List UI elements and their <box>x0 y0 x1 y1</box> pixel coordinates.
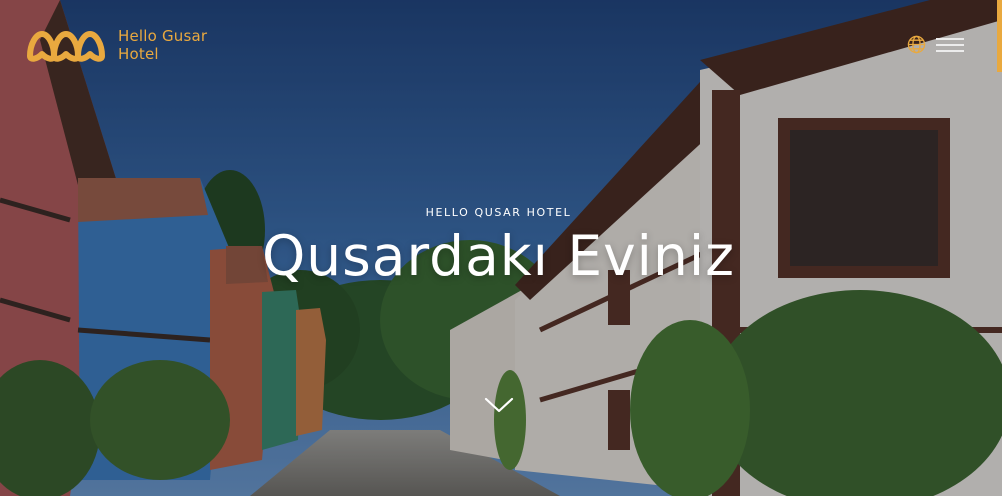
hero-eyebrow: HELLO QUSAR HOTEL <box>425 206 572 219</box>
hello-logo-mark-icon <box>27 31 105 62</box>
brand-name-line2: Hotel <box>118 45 159 63</box>
brand-name: Hello Gusar Hotel <box>118 27 238 63</box>
brand-logo[interactable]: Hello Gusar Hotel <box>26 26 238 64</box>
menu-line <box>936 44 964 46</box>
page-scrollbar-thumb[interactable] <box>997 0 1002 72</box>
brand-name-line1: Hello Gusar <box>118 27 208 45</box>
chevron-down-icon[interactable] <box>483 395 515 415</box>
globe-icon[interactable] <box>907 35 926 54</box>
hamburger-menu-icon[interactable] <box>936 36 964 54</box>
menu-line <box>936 38 964 40</box>
hero-headline: Qusardakı Eviniz <box>262 224 735 288</box>
menu-line <box>936 50 964 52</box>
